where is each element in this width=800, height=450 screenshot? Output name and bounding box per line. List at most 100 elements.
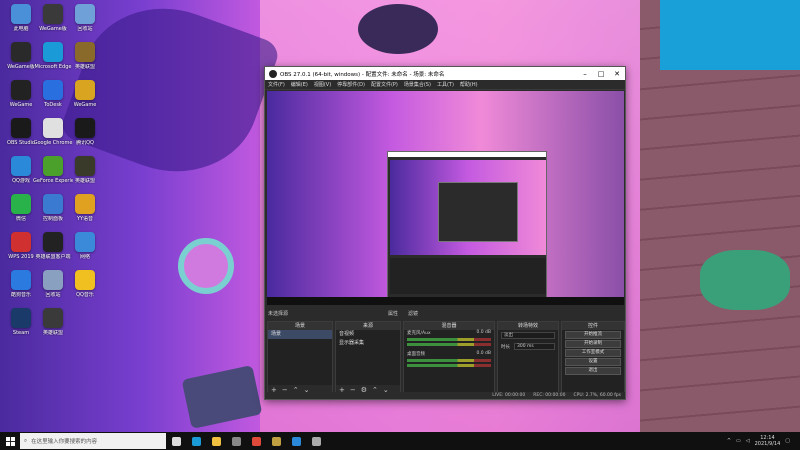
transition-type-select[interactable]: 淡出 (501, 332, 555, 339)
volume-slider[interactable] (407, 364, 491, 367)
duration-input[interactable]: 300 ms (514, 343, 555, 350)
wallpaper-box (660, 0, 800, 70)
desktop-icon[interactable]: WeGame (4, 80, 38, 120)
desktop-icon[interactable]: GeForce Experience (33, 156, 73, 196)
taskbar-clock[interactable]: 12:14 2021/9/14 (755, 435, 781, 447)
obs-preview[interactable] (267, 91, 624, 305)
start-recording-button[interactable]: 开始录制 (565, 340, 621, 348)
desktop-icon[interactable]: 英雄联盟 (68, 42, 102, 82)
volume-icon[interactable]: ◁ (746, 438, 750, 444)
notification-icon[interactable]: ▢ (785, 438, 790, 444)
obs-icon (11, 118, 31, 138)
network-icon[interactable]: ▭ (736, 438, 741, 444)
source-item[interactable]: 显示器采集 (336, 339, 400, 348)
obs-menu-item[interactable]: 文件(F) (268, 81, 285, 88)
qq-icon (75, 118, 95, 138)
preview-taskbar-capture (267, 297, 624, 305)
taskbar-app-button[interactable] (206, 432, 226, 450)
nvidia-icon (43, 156, 63, 176)
obs-menu-item[interactable]: 视图(V) (314, 81, 331, 88)
desktop-icon-label: 英雄联盟 (42, 330, 63, 336)
obs-menu-item[interactable]: 编辑(E) (291, 81, 308, 88)
exit-button[interactable]: 退出 (565, 367, 621, 375)
desktop-icon[interactable]: 英雄联盟 (68, 156, 102, 196)
desktop-icon[interactable]: WeGame版 (4, 42, 38, 82)
obs-logo-icon (269, 69, 277, 78)
desktop-icon[interactable]: QQ游戏 (4, 156, 38, 196)
search-icon: ⌕ (24, 437, 28, 444)
desktop-icon[interactable]: 回收站 (36, 270, 70, 310)
studio-mode-button[interactable]: 工作室模式 (565, 349, 621, 357)
source-item[interactable]: 音视频 (336, 330, 400, 339)
recycle-bin-icon (43, 270, 63, 290)
desktop-icon[interactable]: QQ音乐 (68, 270, 102, 310)
wallpaper-girl-hat (358, 4, 438, 54)
duration-label: 时长 (501, 344, 510, 350)
taskbar-app-button[interactable] (186, 432, 206, 450)
desktop-icon[interactable]: 英雄联盟 (36, 308, 70, 348)
obs-menu-item[interactable]: 场景集合(S) (404, 81, 431, 88)
controls-panel: 控件 开始推流 开始录制 工作室模式 设置 退出 (561, 321, 625, 395)
filters-button[interactable]: 滤镜 (408, 310, 418, 317)
obs-menu-item[interactable]: 帮助(H) (460, 81, 478, 88)
desktop-icon[interactable]: 控制面板 (36, 194, 70, 234)
mixer-channel-db: 0.0 dB (476, 330, 491, 335)
obs-menubar: 文件(F) 编辑(E) 视图(V) 停靠部件(D) 配置文件(P) 场景集合(S) 工具(T… (265, 80, 625, 90)
taskbar-app-button[interactable] (246, 432, 266, 450)
desktop-icon[interactable]: 网络 (68, 232, 102, 272)
desktop-icon[interactable]: WeGame (68, 80, 102, 120)
desktop-icon-label: 英雄联盟 (74, 178, 95, 184)
taskbar-app-button[interactable] (266, 432, 286, 450)
obs-menu-item[interactable]: 工具(T) (437, 81, 454, 88)
desktop-icon[interactable]: Microsoft Edge (35, 42, 71, 82)
minimize-icon[interactable]: – (577, 70, 593, 78)
desktop-icon[interactable]: WPS 2019 (4, 232, 38, 272)
desktop-icon[interactable]: YY语音 (68, 194, 102, 234)
desktop-icon[interactable]: 回收站 (68, 4, 102, 44)
taskbar-app-button[interactable] (226, 432, 246, 450)
start-streaming-button[interactable]: 开始推流 (565, 331, 621, 339)
desktop-icon[interactable]: 英雄联盟客户端 (35, 232, 71, 272)
close-icon[interactable]: ✕ (609, 70, 625, 78)
chevron-up-icon[interactable]: ^ (727, 438, 731, 444)
transitions-panel: 转场特效 淡出 时长 300 ms (497, 321, 559, 395)
qq-game-icon (11, 156, 31, 176)
volume-slider[interactable] (407, 343, 491, 346)
transition-duration-row: 时长 300 ms (498, 341, 558, 352)
desktop-icon-label: 网络 (79, 254, 90, 260)
desktop-icon[interactable]: Google Chrome (34, 118, 72, 158)
obs-menu-item[interactable]: 配置文件(P) (371, 81, 398, 88)
desktop-icon[interactable]: WeGame版 (36, 4, 70, 44)
obs-titlebar[interactable]: OBS 27.0.1 (64-bit, windows) - 配置文件: 未命名… (265, 67, 625, 80)
desktop-icon[interactable]: Steam (4, 308, 38, 348)
desktop-icon[interactable]: ToDesk (36, 80, 70, 120)
qq-music-icon (75, 270, 95, 290)
scene-item[interactable]: 场景 (268, 330, 332, 339)
obs-window[interactable]: OBS 27.0.1 (64-bit, windows) - 配置文件: 未命名… (264, 66, 626, 400)
computer-icon (11, 4, 31, 24)
taskbar-app-button[interactable] (306, 432, 326, 450)
search-placeholder: 在这里输入你要搜索的内容 (31, 439, 98, 445)
desktop-icon[interactable]: 酷狗音乐 (4, 270, 38, 310)
desktop-icon-label: 英雄联盟 (74, 64, 95, 70)
taskbar-search-box[interactable]: ⌕ 在这里输入你要搜索的内容 (20, 433, 166, 449)
source-label: 音视频 (339, 331, 355, 337)
desktop-icon[interactable]: 微信 (4, 194, 38, 234)
wallpaper-camera (181, 365, 263, 429)
yy-icon (75, 194, 95, 214)
maximize-icon[interactable]: □ (593, 70, 609, 78)
desktop-icon[interactable]: OBS Studio (4, 118, 38, 158)
desktop-icon[interactable]: 此电脑 (4, 4, 38, 44)
desktop-icon[interactable]: 腾讯QQ (68, 118, 102, 158)
obs-menu-item[interactable]: 停靠部件(D) (337, 81, 365, 88)
properties-button[interactable]: 属性 (388, 310, 398, 317)
windows-start-icon[interactable] (0, 432, 20, 450)
wegame-icon (75, 80, 95, 100)
taskbar-app-button[interactable] (166, 432, 186, 450)
control-panel-icon (43, 194, 63, 214)
settings-button[interactable]: 设置 (565, 358, 621, 366)
taskbar-app-button[interactable] (286, 432, 306, 450)
wegame-icon (11, 42, 31, 62)
scenes-panel-title: 场景 (268, 322, 332, 330)
qq-icon (291, 436, 301, 446)
